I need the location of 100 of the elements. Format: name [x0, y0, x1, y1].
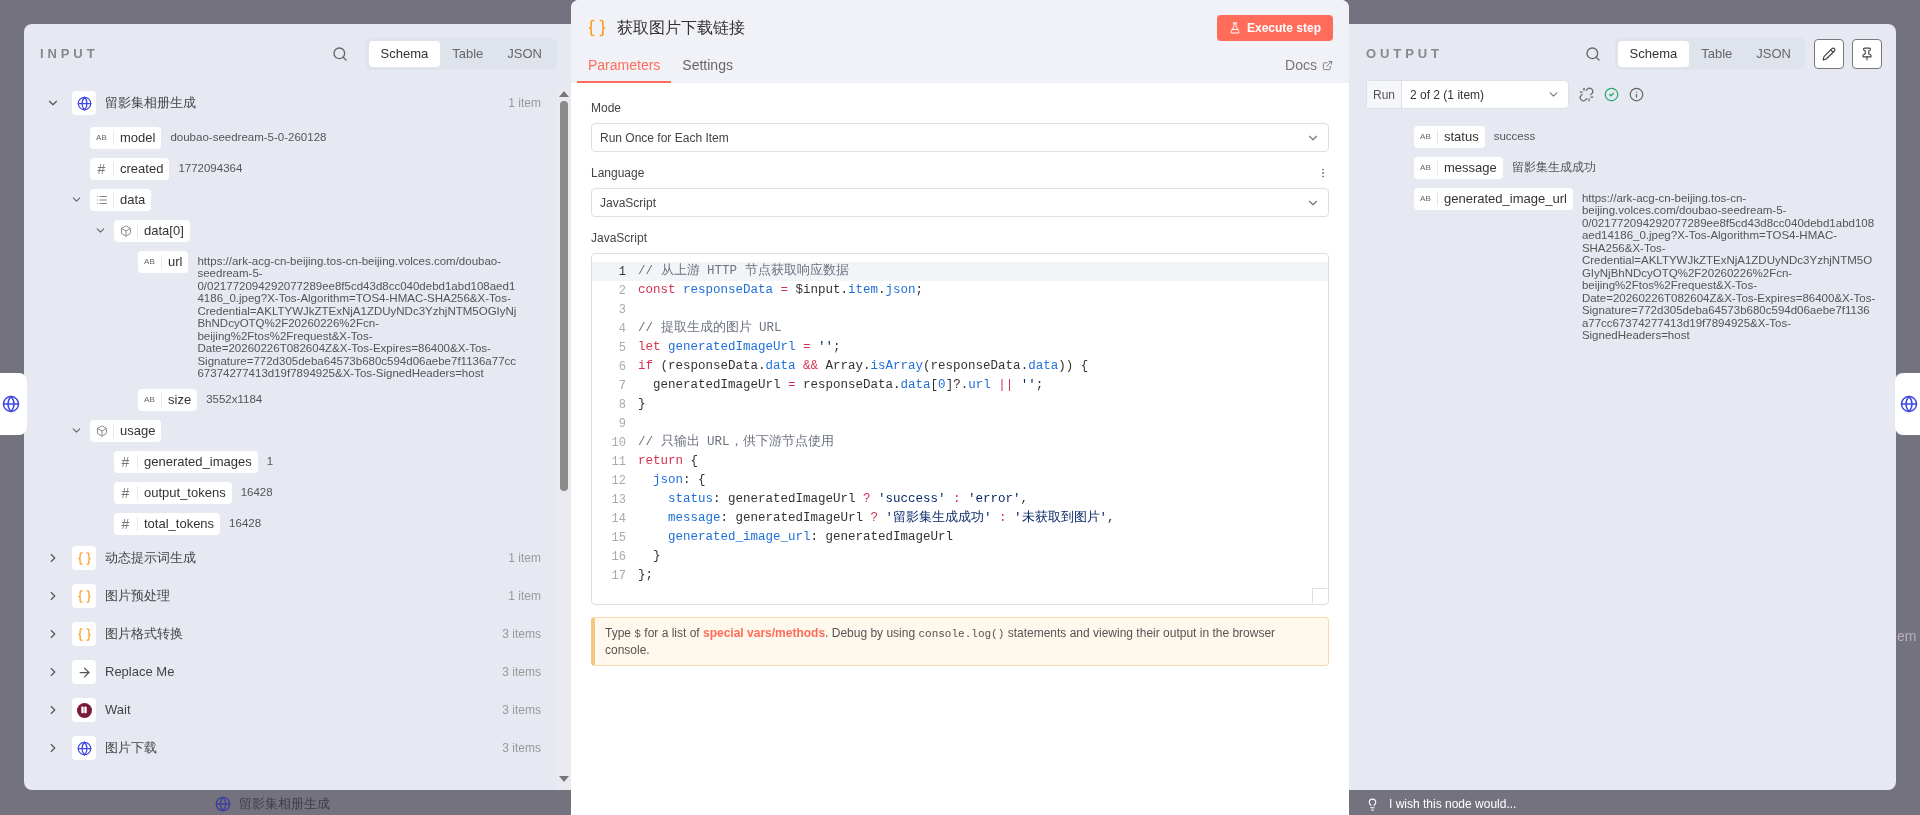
- success-icon: [1604, 87, 1619, 102]
- field-chip[interactable]: # output_tokens: [114, 481, 232, 504]
- code-line: }: [638, 396, 646, 414]
- type-label: AB: [1419, 130, 1432, 143]
- node-name[interactable]: 图片预处理: [105, 586, 170, 606]
- info-icon[interactable]: [1629, 87, 1644, 102]
- node-name[interactable]: Wait: [105, 700, 131, 720]
- flask-icon: [1228, 22, 1241, 34]
- node-name[interactable]: 图片下载: [105, 738, 157, 758]
- code-line: if (responseData.data && Array.isArray(responseData.data)) {: [638, 358, 1089, 376]
- docs-link[interactable]: Docs: [1285, 55, 1343, 83]
- type-label: #: [121, 454, 130, 469]
- search-icon[interactable]: [1584, 46, 1601, 62]
- node-tab[interactable]: Settings: [671, 55, 744, 83]
- field-chip[interactable]: data[0]: [114, 219, 190, 242]
- pin-icon: [1860, 47, 1874, 61]
- view-tab[interactable]: Schema: [368, 41, 441, 67]
- resize-handle[interactable]: [1312, 588, 1327, 603]
- pin-button[interactable]: [1852, 39, 1882, 69]
- cube-icon: [95, 424, 108, 437]
- item-count: 3 items: [502, 702, 541, 719]
- panel-title: OUTPUT: [1366, 45, 1443, 64]
- field-value: https://ark-acg-cn-beijing.tos-cn-beijing.volces.com/doubao-seedream-5-0/021772094292077289ee8f5cd43d8cc040debd1abd108aed14186_0.jpeg?X-Tos-Algorithm=TOS4-HMAC-SHA256&X-Tos-Credential=AKLTYWJkZTExNjA1ZDUyNDc3YzhjNTM5OGIyNjBhNDcyOTQ%2F20260226%2Fcn-beijing%2Ftos%2Frequest&X-Tos-Date=20260226T082604Z&X-Tos-Expires=86400&X-Tos-Signature=772d305deba64573b680c594d06aebe7f1136a77cc67374277413d19f7894925&X-Tos-SignedHeaders=host: [1581, 190, 1876, 342]
- pause-icon: [76, 702, 92, 718]
- field-value: success: [1493, 128, 1536, 142]
- code-line: // 从上游 HTTP 节点获取响应数据: [638, 262, 849, 281]
- node-name[interactable]: 动态提示词生成: [105, 548, 196, 568]
- node-name[interactable]: Replace Me: [105, 662, 175, 682]
- braces-icon: [76, 626, 92, 642]
- globe-icon: [215, 795, 231, 812]
- item-count: 3 items: [502, 626, 541, 643]
- run-select[interactable]: Run 2 of 2 (1 item): [1366, 80, 1569, 109]
- code-editor[interactable]: [591, 253, 1329, 605]
- field-chip[interactable]: # generated_images: [114, 450, 258, 473]
- code-line: generated_image_url: generatedImageUrl: [667, 529, 954, 547]
- field-label: JavaScript: [591, 230, 649, 247]
- node-title: 获取图片下载链接: [617, 18, 745, 38]
- line-number: 17: [610, 567, 626, 585]
- field-chip[interactable]: AB message: [1414, 156, 1503, 179]
- lightbulb-icon: [1366, 797, 1379, 811]
- view-tab[interactable]: Schema: [1617, 41, 1690, 67]
- field-value: 1772094364: [178, 160, 243, 174]
- field-label: Language: [591, 165, 646, 182]
- line-number: 9: [617, 415, 626, 433]
- list-icon: [95, 193, 108, 206]
- view-tab[interactable]: JSON: [495, 41, 554, 67]
- globe-icon: [1900, 395, 1918, 413]
- line-number: 1: [617, 263, 626, 281]
- code-line: const responseData = $input.item.json;: [638, 282, 924, 300]
- field-value: https://ark-acg-cn-beijing.tos-cn-beijing.volces.com/doubao-seedream-5-0/021772094292077289ee8f5cd43d8cc040debd1abd108aed14186_0.jpeg?X-Tos-Algorithm=TOS4-HMAC-SHA256&X-Tos-Credential=AKLTYWJkZTExNjA1ZDUyNDc3YzhjNTM5OGIyNjBhNDcyOTQ%2F20260226%2Fcn-beijing%2Ftos%2Frequest&X-Tos-Date=20260226T082604Z&X-Tos-Expires=86400&X-Tos-Signature=772d305deba64573b680c594d06aebe7f1136a77cc67374277413d19f7894925&X-Tos-SignedHeaders=host: [197, 253, 518, 380]
- line-number: 5: [617, 339, 626, 357]
- item-count: 3 items: [502, 664, 541, 681]
- arrow-right-icon: [76, 664, 92, 680]
- line-number: 4: [617, 320, 626, 338]
- cube-icon: [119, 224, 132, 237]
- globe-icon: [76, 740, 92, 756]
- field-chip[interactable]: AB generated_image_url: [1414, 187, 1573, 210]
- field-value: doubao-seedream-5-0-260128: [170, 129, 327, 143]
- field-value: 1: [266, 453, 274, 467]
- pencil-icon: [1822, 47, 1836, 61]
- canvas-text: em: [1897, 627, 1917, 646]
- field-chip[interactable]: # total_tokens: [114, 512, 221, 535]
- feedback-link[interactable]: I wish this node would...: [1389, 795, 1517, 813]
- field-chip[interactable]: AB model: [90, 126, 162, 149]
- globe-icon: [76, 95, 92, 111]
- type-label: #: [121, 485, 130, 500]
- braces-icon: [76, 550, 92, 566]
- unlink-icon[interactable]: [1579, 87, 1594, 102]
- field-chip[interactable]: usage: [90, 419, 162, 442]
- field-chip[interactable]: AB size: [138, 388, 198, 411]
- view-tab[interactable]: Table: [440, 41, 496, 67]
- node-name[interactable]: 留影集相册生成: [105, 93, 196, 113]
- line-number: 2: [617, 282, 626, 300]
- node-name[interactable]: 图片格式转换: [105, 624, 183, 644]
- field-chip[interactable]: AB url: [138, 250, 189, 273]
- view-tab[interactable]: JSON: [1744, 41, 1803, 67]
- line-number: 10: [610, 434, 626, 452]
- field-value: 16428: [240, 484, 273, 498]
- field-chip[interactable]: data: [90, 188, 152, 211]
- field-chip[interactable]: AB status: [1414, 125, 1485, 148]
- line-number: 11: [610, 453, 626, 471]
- mode-select[interactable]: Run Once for Each Item: [591, 123, 1329, 152]
- search-icon[interactable]: [331, 46, 348, 62]
- line-number: 7: [617, 377, 626, 395]
- item-count: 1 item: [508, 588, 541, 605]
- item-count: 1 item: [508, 95, 541, 112]
- code-line: };: [638, 567, 653, 585]
- field-chip[interactable]: # created: [90, 157, 170, 180]
- edit-button[interactable]: [1814, 39, 1844, 69]
- side-tab[interactable]: [1895, 373, 1920, 435]
- language-select[interactable]: JavaScript: [591, 188, 1329, 217]
- type-label: AB: [95, 131, 108, 144]
- line-number: 8: [617, 396, 626, 414]
- item-count: 1 item: [508, 550, 541, 567]
- field-value: 留影集生成成功: [1511, 159, 1596, 173]
- line-number: 12: [610, 472, 626, 490]
- field-value: 3552x1184: [206, 391, 263, 405]
- view-tab[interactable]: Table: [1689, 41, 1745, 67]
- code-line: message: generatedImageUrl ? '留影集生成成功' : '未获取到图片',: [667, 509, 1115, 528]
- side-tab[interactable]: [0, 373, 27, 435]
